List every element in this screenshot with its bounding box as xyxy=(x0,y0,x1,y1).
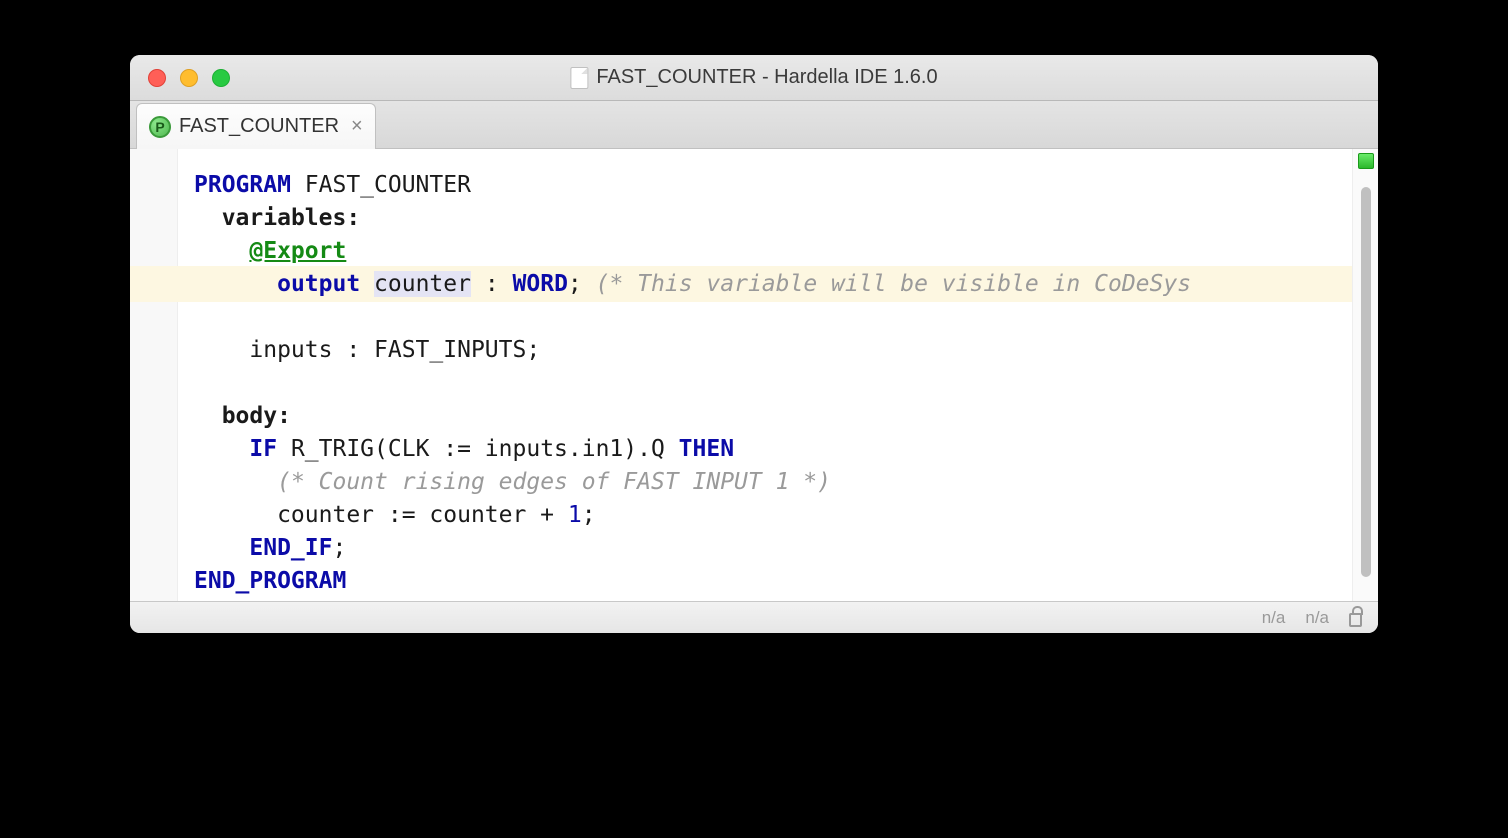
editor-area: 💡 PROGRAM FAST_COUNTER variables: @Expor… xyxy=(130,149,1378,601)
annotation-export[interactable]: @Export xyxy=(249,238,346,264)
keyword-endprogram: END_PROGRAM xyxy=(194,568,346,594)
window-title-area: FAST_COUNTER - Hardella IDE 1.6.0 xyxy=(570,66,937,89)
variable-counter: counter xyxy=(374,271,471,297)
traffic-lights xyxy=(130,69,230,87)
code-area[interactable]: PROGRAM FAST_COUNTER variables: @Export … xyxy=(178,149,1352,601)
tab-close-icon[interactable]: × xyxy=(351,115,363,138)
comment-count: (* Count rising edges of FAST INPUT 1 *) xyxy=(277,469,831,495)
window: FAST_COUNTER - Hardella IDE 1.6.0 P FAST… xyxy=(130,55,1378,633)
keyword-then: THEN xyxy=(679,436,734,462)
program-icon: P xyxy=(149,116,171,138)
comment-visible: (* This variable will be visible in CoDe… xyxy=(582,271,1191,297)
statusbar: n/a n/a xyxy=(130,601,1378,633)
section-body: body: xyxy=(222,403,291,429)
number-one: 1 xyxy=(568,502,582,528)
keyword-program: PROGRAM xyxy=(194,172,291,198)
window-title: FAST_COUNTER - Hardella IDE 1.6.0 xyxy=(596,66,937,89)
scrollbar-thumb[interactable] xyxy=(1361,187,1371,577)
minimize-button[interactable] xyxy=(180,69,198,87)
document-icon xyxy=(570,67,588,89)
maximize-button[interactable] xyxy=(212,69,230,87)
section-variables: variables: xyxy=(222,205,360,231)
titlebar: FAST_COUNTER - Hardella IDE 1.6.0 xyxy=(130,55,1378,101)
status-position-1: n/a xyxy=(1262,608,1286,628)
lock-icon[interactable] xyxy=(1349,613,1362,627)
code-content[interactable]: PROGRAM FAST_COUNTER variables: @Export … xyxy=(178,149,1352,598)
status-position-2: n/a xyxy=(1305,608,1329,628)
type-word: WORD xyxy=(513,271,568,297)
keyword-output: output xyxy=(277,271,360,297)
gutter: 💡 xyxy=(130,149,178,601)
build-status-icon[interactable] xyxy=(1358,153,1374,169)
close-button[interactable] xyxy=(148,69,166,87)
keyword-endif: END_IF xyxy=(249,535,332,561)
editor-tab[interactable]: P FAST_COUNTER × xyxy=(136,103,376,149)
tabbar: P FAST_COUNTER × xyxy=(130,101,1378,149)
keyword-if: IF xyxy=(249,436,277,462)
tab-label: FAST_COUNTER xyxy=(179,115,339,138)
scrollbar-overview[interactable] xyxy=(1352,149,1378,601)
variable-inputs: inputs : FAST_INPUTS; xyxy=(194,337,540,363)
